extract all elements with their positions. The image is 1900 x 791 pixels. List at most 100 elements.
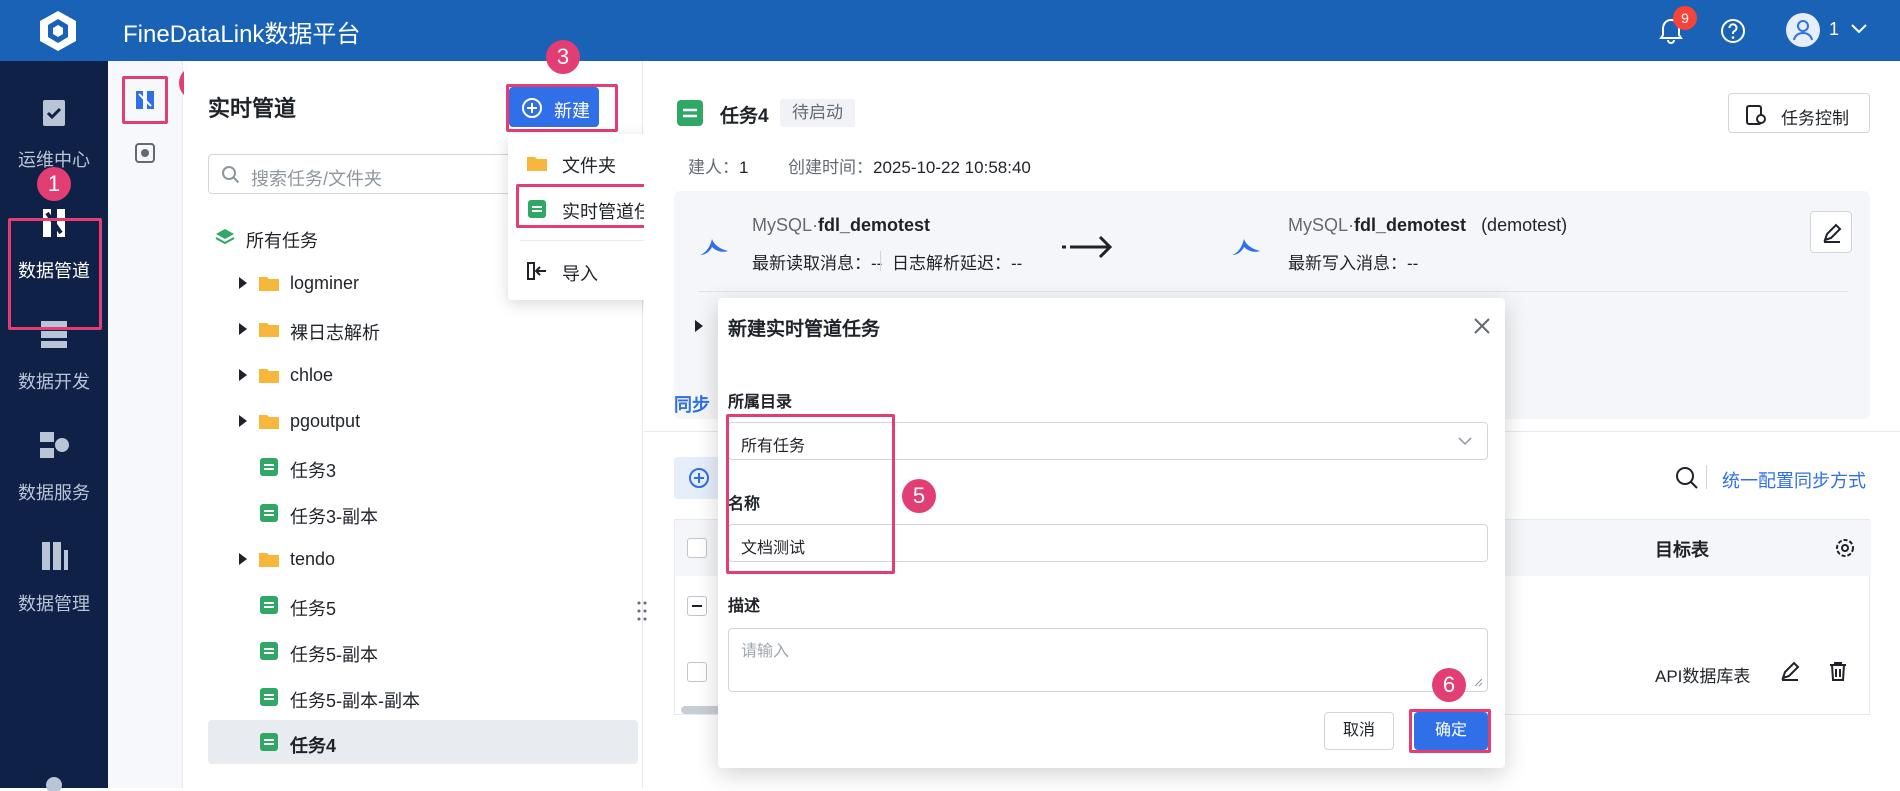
nav-item-pipeline[interactable]: 数据管道 bbox=[0, 187, 108, 297]
source-read: 最新读取消息：-- bbox=[752, 254, 883, 273]
tree-item-task[interactable]: 任务5 bbox=[208, 583, 638, 627]
confirm-button[interactable]: 确定 bbox=[1414, 712, 1488, 750]
horizontal-scrollbar[interactable] bbox=[681, 706, 721, 714]
close-icon[interactable] bbox=[1472, 316, 1492, 336]
layers-icon bbox=[215, 229, 235, 245]
source-db-name: fdl_demotest bbox=[818, 215, 931, 235]
name-label: 名称 bbox=[728, 496, 761, 513]
dev-icon bbox=[41, 321, 67, 348]
card-divider bbox=[698, 291, 1848, 292]
plus-circle-icon bbox=[689, 468, 709, 488]
creator-value: 1 bbox=[739, 158, 749, 177]
caret-right-icon[interactable] bbox=[238, 414, 248, 428]
tree-item-label: 任务5-副本 bbox=[290, 645, 379, 665]
tree-item-task[interactable]: 任务5-副本-副本 bbox=[208, 675, 638, 719]
task-name: 任务4 bbox=[720, 106, 769, 127]
new-task-dialog: 新建实时管道任务 所属目录 所有任务 名称 文档测试 描述 请输入 取消 确定 bbox=[718, 298, 1505, 768]
user-name[interactable]: 1 bbox=[1829, 19, 1839, 40]
task-icon bbox=[677, 100, 703, 126]
row-checkbox[interactable] bbox=[687, 662, 707, 682]
task-control-button[interactable]: 任务控制 bbox=[1728, 93, 1870, 133]
folder-icon bbox=[259, 553, 279, 567]
app-logo-icon bbox=[40, 11, 76, 51]
folder-icon bbox=[259, 415, 279, 429]
tree-item-label: 任务5 bbox=[290, 599, 337, 619]
tree-item-folder[interactable]: pgoutput bbox=[208, 399, 638, 443]
step-badge-1: 1 bbox=[37, 167, 71, 201]
edit-icon[interactable] bbox=[1779, 660, 1801, 682]
new-button[interactable]: 新建 bbox=[509, 87, 599, 127]
tree-item-folder[interactable]: 裸日志解析 bbox=[208, 307, 638, 351]
step-badge-6: 6 bbox=[1432, 668, 1466, 702]
tab-sync[interactable]: 同步 bbox=[674, 391, 710, 417]
drag-handle-icon[interactable] bbox=[636, 600, 648, 622]
nav-item-dev[interactable]: 数据开发 bbox=[0, 298, 108, 408]
tree-item-task[interactable]: 任务5-副本 bbox=[208, 629, 638, 673]
creator-label: 建人： bbox=[688, 158, 739, 177]
tree-item-task[interactable]: 任务3 bbox=[208, 445, 638, 489]
nav-label: 数据管理 bbox=[18, 594, 90, 614]
folder-icon bbox=[259, 277, 279, 291]
collapse-checkbox[interactable] bbox=[687, 596, 707, 616]
trash-icon[interactable] bbox=[1827, 660, 1849, 682]
tree-item-task[interactable]: 任务3-副本 bbox=[208, 491, 638, 535]
caret-right-icon[interactable] bbox=[238, 552, 248, 566]
search-icon[interactable] bbox=[1674, 465, 1700, 491]
folder-icon bbox=[259, 369, 279, 383]
tree-item-label: logminer bbox=[290, 273, 360, 293]
step-badge-3: 3 bbox=[546, 40, 580, 74]
add-sync-button[interactable] bbox=[674, 457, 724, 499]
import-icon bbox=[527, 262, 546, 280]
select-all-checkbox[interactable] bbox=[687, 538, 707, 558]
pipeline-icon bbox=[43, 209, 65, 237]
tree-item-label: 任务3-副本 bbox=[290, 507, 379, 527]
edit-pipeline-button[interactable] bbox=[1810, 211, 1852, 253]
dir-select[interactable]: 所有任务 bbox=[728, 422, 1488, 460]
search-placeholder: 搜索任务/文件夹 bbox=[251, 169, 383, 189]
name-input[interactable]: 文档测试 bbox=[728, 524, 1488, 562]
caret-right-icon[interactable] bbox=[238, 276, 248, 290]
sync-config-link[interactable]: 统一配置同步方式 bbox=[1722, 467, 1866, 493]
realtime-pipeline-icon[interactable] bbox=[133, 88, 157, 112]
caret-right-icon[interactable] bbox=[238, 368, 248, 382]
nav-item-service[interactable]: 数据服务 bbox=[0, 409, 108, 519]
tree-item-label: 任务5-副本-副本 bbox=[290, 691, 420, 711]
avatar[interactable] bbox=[1786, 13, 1820, 47]
chevron-down-icon[interactable] bbox=[1849, 22, 1869, 36]
task-control-label: 任务控制 bbox=[1781, 109, 1849, 128]
search-icon bbox=[222, 166, 240, 184]
tree-item-folder[interactable]: chloe bbox=[208, 353, 638, 397]
notification-badge: 9 bbox=[1673, 6, 1697, 30]
status-badge: 待启动 bbox=[780, 99, 855, 127]
divider bbox=[1706, 465, 1707, 489]
nav-label: 数据服务 bbox=[18, 483, 90, 503]
cancel-button[interactable]: 取消 bbox=[1324, 712, 1394, 750]
task-icon bbox=[260, 596, 278, 614]
created-time-meta: 创建时间：2025-10-22 10:58:40 bbox=[788, 153, 1031, 178]
target-table-cell: API数据库表 bbox=[1655, 667, 1751, 686]
gear-icon[interactable] bbox=[1833, 536, 1857, 560]
task-icon bbox=[260, 688, 278, 706]
more-nav-icon[interactable] bbox=[36, 771, 72, 791]
top-bar: FineDataLink数据平台 9 1 bbox=[0, 0, 1900, 61]
target-db-prefix: MySQL· bbox=[1288, 215, 1355, 235]
caret-right-icon[interactable] bbox=[238, 322, 248, 336]
help-icon[interactable] bbox=[1720, 18, 1746, 44]
created-label: 创建时间： bbox=[788, 158, 873, 177]
sub-nav bbox=[108, 61, 183, 788]
divider bbox=[880, 251, 881, 271]
tree-item-task-selected[interactable]: 任务4 bbox=[208, 720, 638, 764]
task-icon bbox=[260, 504, 278, 522]
manage-icon bbox=[42, 542, 68, 570]
caret-right-icon[interactable] bbox=[694, 319, 704, 333]
monitor-icon[interactable] bbox=[133, 141, 157, 165]
created-time-value: 2025-10-22 10:58:40 bbox=[873, 158, 1031, 177]
nav-label: 数据管道 bbox=[18, 261, 90, 281]
tree-item-label: 任务4 bbox=[290, 736, 337, 756]
source-db-prefix: MySQL· bbox=[752, 215, 819, 235]
resize-handle-icon[interactable] bbox=[1473, 677, 1483, 687]
desc-textarea[interactable]: 请输入 bbox=[728, 628, 1488, 692]
tree-item-folder[interactable]: tendo bbox=[208, 537, 638, 581]
step-badge-5: 5 bbox=[902, 479, 936, 513]
nav-item-manage[interactable]: 数据管理 bbox=[0, 520, 108, 630]
